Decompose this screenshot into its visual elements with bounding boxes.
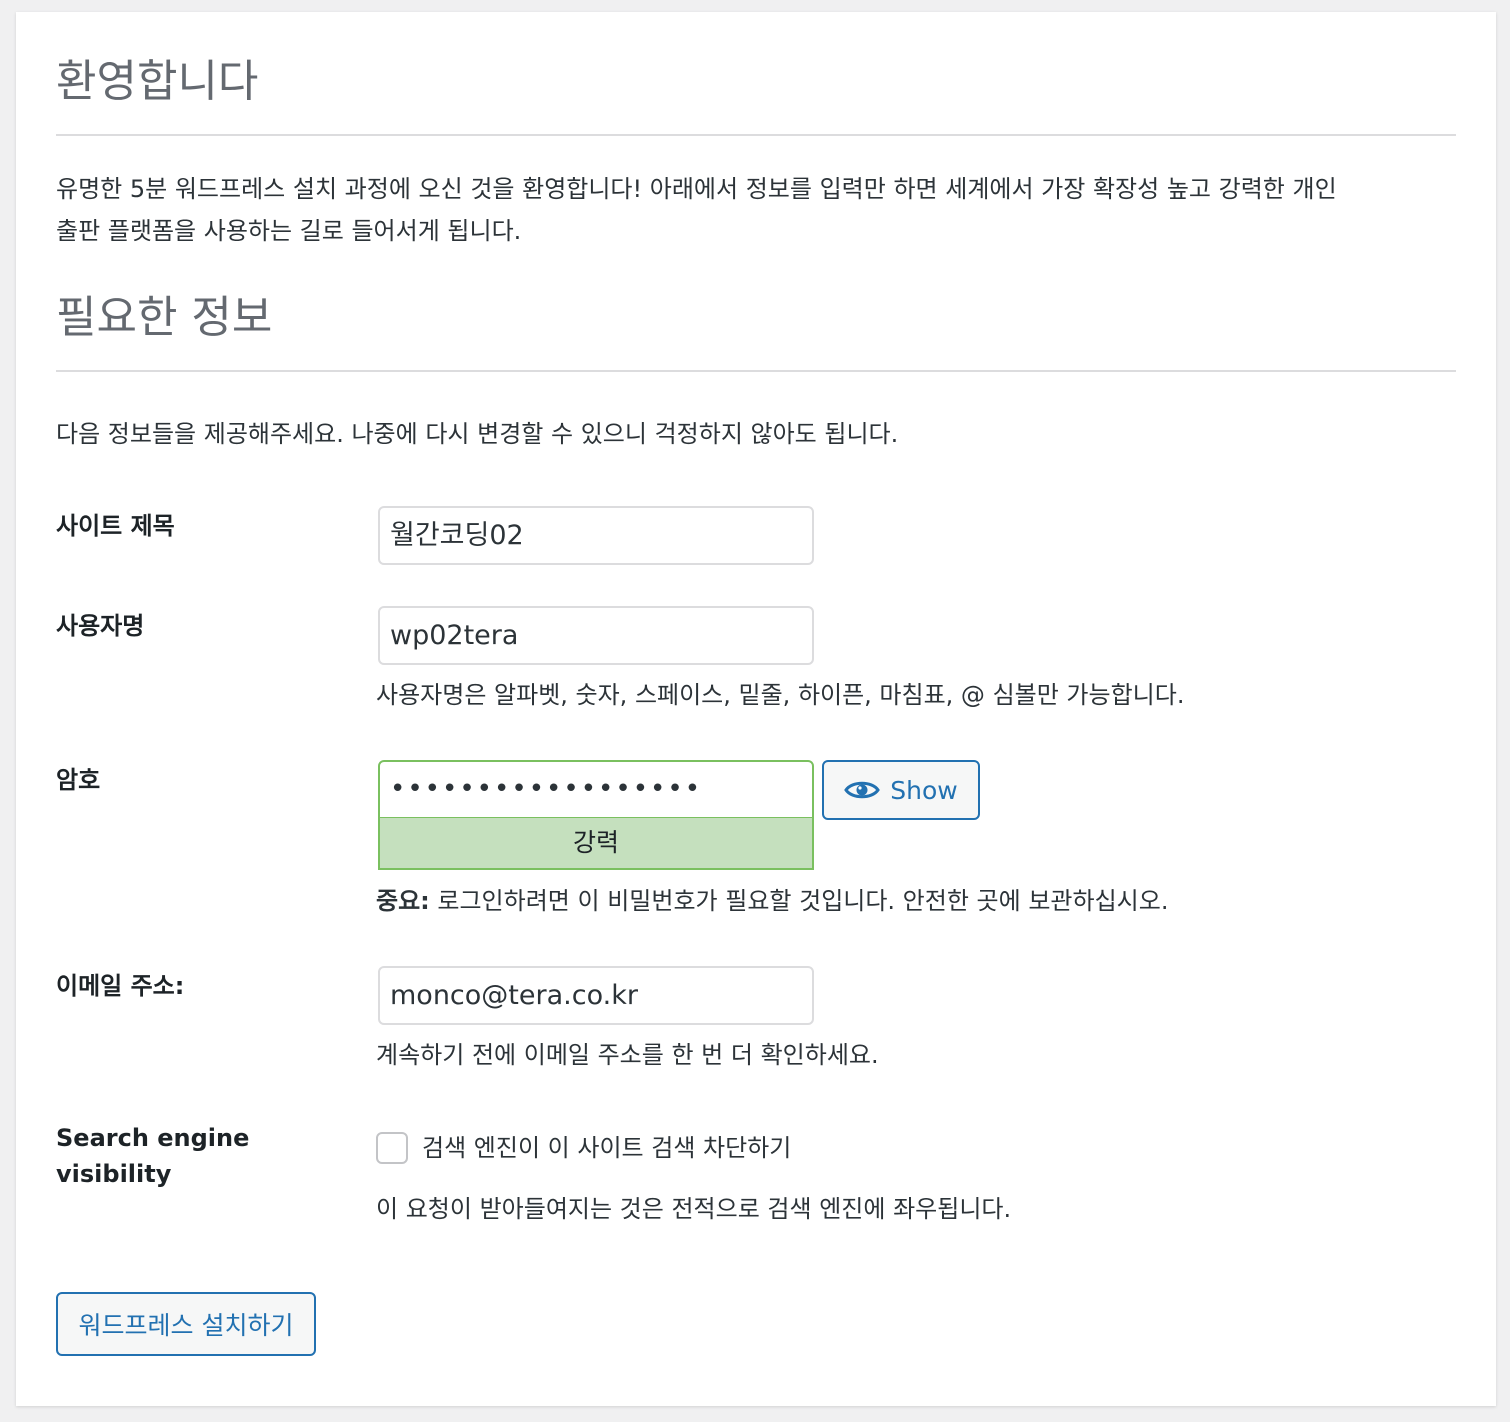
required-info-title: 필요한 정보	[56, 292, 273, 343]
search-visibility-label: Search engine visibility	[56, 1120, 249, 1192]
email-label: 이메일 주소:	[56, 972, 185, 1000]
install-panel: 환영합니다 유명한 5분 워드프레스 설치 과정에 오신 것을 환영합니다! 아…	[16, 12, 1496, 1406]
password-note-prefix: 중요:	[376, 887, 430, 915]
welcome-text-line1: 유명한 5분 워드프레스 설치 과정에 오신 것을 환영합니다! 아래에서 정보…	[56, 175, 1337, 203]
username-input[interactable]: wp02tera	[378, 606, 814, 665]
welcome-text-line2: 출판 플랫폼을 사용하는 길로 들어서게 됩니다.	[56, 217, 522, 245]
password-input[interactable]: ••••••••••••••••••	[378, 760, 814, 819]
email-input[interactable]: monco@tera.co.kr	[378, 966, 814, 1025]
site-title-label: 사이트 제목	[56, 512, 175, 540]
username-hint: 사용자명은 알파벳, 숫자, 스페이스, 밑줄, 하이픈, 마침표, @ 심볼만…	[376, 681, 1185, 709]
install-wordpress-button[interactable]: 워드프레스 설치하기	[56, 1292, 316, 1356]
password-note-text: 로그인하려면 이 비밀번호가 필요할 것입니다. 안전한 곳에 보관하십시오.	[429, 887, 1169, 915]
search-visibility-hint: 이 요청이 받아들여지는 것은 전적으로 검색 엔진에 좌우됩니다.	[376, 1195, 1012, 1223]
password-note: 중요: 로그인하려면 이 비밀번호가 필요할 것입니다. 안전한 곳에 보관하십…	[376, 883, 1168, 919]
welcome-divider	[56, 134, 1456, 136]
search-visibility-label-line1: Search engine	[56, 1124, 250, 1152]
required-intro: 다음 정보들을 제공해주세요. 나중에 다시 변경할 수 있으니 걱정하지 않아…	[56, 420, 899, 448]
welcome-title: 환영합니다	[56, 56, 259, 107]
password-strength-meter: 강력	[378, 818, 814, 870]
show-password-label: Show	[890, 775, 958, 805]
password-label: 암호	[56, 766, 101, 794]
eye-icon	[844, 781, 881, 799]
required-divider	[56, 370, 1456, 372]
welcome-text: 유명한 5분 워드프레스 설치 과정에 오신 것을 환영합니다! 아래에서 정보…	[56, 168, 1466, 252]
search-visibility-checkbox[interactable]	[376, 1132, 408, 1164]
email-hint: 계속하기 전에 이메일 주소를 한 번 더 확인하세요.	[376, 1041, 879, 1069]
show-password-button[interactable]: Show	[822, 760, 980, 820]
site-title-input[interactable]: 월간코딩02	[378, 506, 814, 565]
username-label: 사용자명	[56, 612, 145, 640]
search-visibility-checkbox-label[interactable]: 검색 엔진이 이 사이트 검색 차단하기	[422, 1130, 791, 1166]
search-visibility-label-line2: visibility	[56, 1160, 172, 1188]
